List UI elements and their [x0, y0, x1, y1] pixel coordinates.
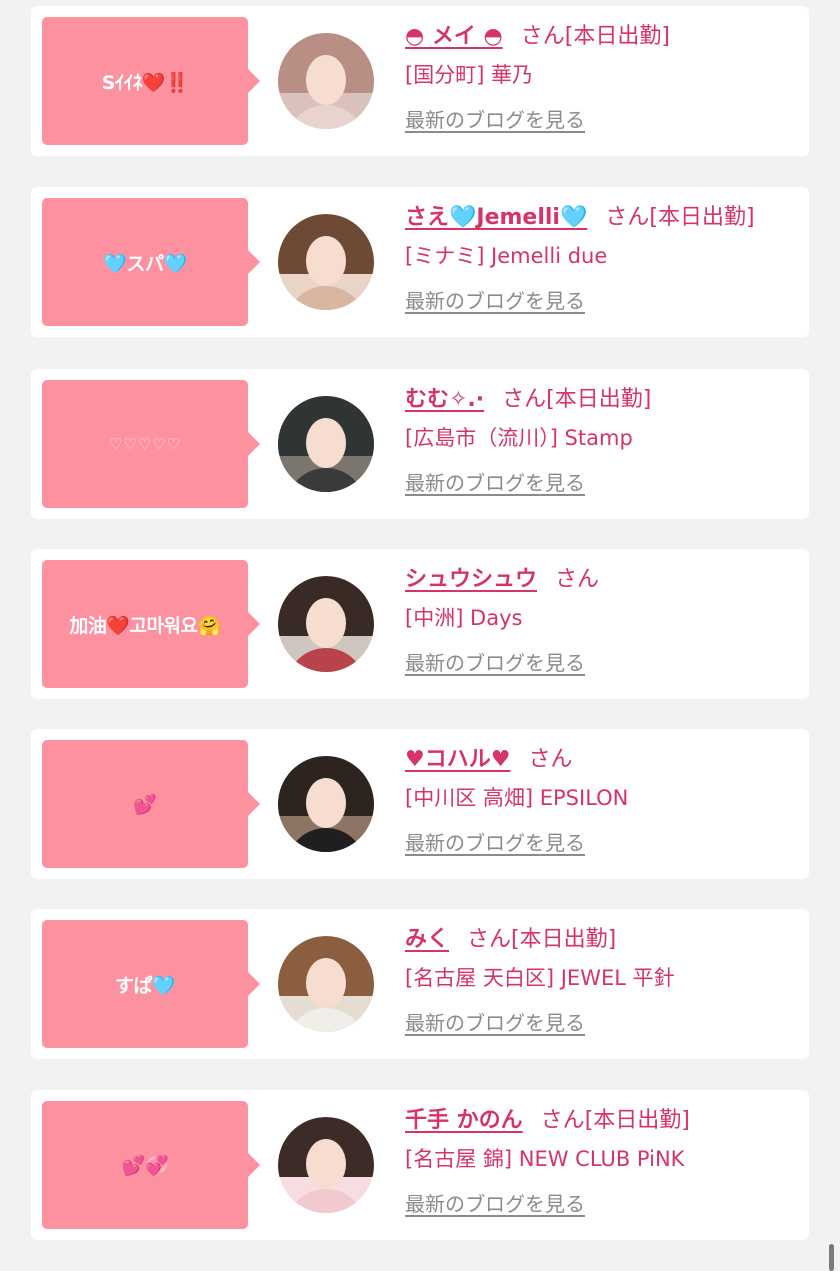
honorific: さん [502, 387, 547, 412]
name-line: 千手 かのん さん[本日出勤] [405, 1104, 799, 1138]
store-label: [ミナミ] Jemelli due [405, 244, 608, 268]
status-text: [本日出勤] [564, 24, 670, 49]
cast-info: ♥コハル♥ さん [中川区 高畑] EPSILON 最新のブログを見る [405, 743, 799, 856]
store-label: [中川区 高畑] EPSILON [405, 786, 629, 810]
comment-bubble: 💕💞 [42, 1101, 260, 1229]
cast-name-link[interactable]: むむ✧.· [405, 387, 484, 412]
cast-card: すぱ🩵 みく さん[本日出勤] [名古屋 天白区] JEWEL 平針 最新のブログ… [31, 909, 809, 1059]
honorific: さん [540, 1108, 585, 1133]
honorific: さん [528, 747, 573, 772]
cast-card: 💕💞 千手 かのん さん[本日出勤] [名古屋 錦] NEW CLUB PiNK … [31, 1090, 809, 1240]
name-line: ♥コハル♥ さん [405, 743, 799, 777]
latest-blog-link[interactable]: 最新のブログを見る [405, 827, 585, 856]
name-line: さえ🩵Jemelli🩵 さん[本日出勤] [405, 201, 799, 235]
cast-info: むむ✧.· さん[本日出勤] [広島市（流川）] Stamp 最新のブログを見る [405, 383, 799, 496]
avatar[interactable] [278, 396, 374, 492]
avatar[interactable] [278, 214, 374, 310]
avatar-body [286, 1008, 366, 1032]
avatar-face [306, 778, 346, 828]
name-line: みく さん[本日出勤] [405, 923, 799, 957]
avatar-body [286, 105, 366, 129]
avatar[interactable] [278, 33, 374, 129]
avatar-face [306, 958, 346, 1008]
cast-name-link[interactable]: ◓ メイ ◓ [405, 24, 503, 49]
cast-card: 💕 ♥コハル♥ さん [中川区 高畑] EPSILON 最新のブログを見る [31, 729, 809, 879]
comment-bubble: すぱ🩵 [42, 920, 260, 1048]
comment-bubble: Sｲｲﾈ❤️‼️ [42, 17, 260, 145]
scrollbar[interactable] [829, 1244, 834, 1271]
cast-card: 加油❤️고마워요🤗 シュウシュウ さん [中洲] Days 最新のブログを見る [31, 549, 809, 699]
comment-bubble: 💕 [42, 740, 260, 868]
avatar-face [306, 1139, 346, 1189]
cast-name-link[interactable]: ♥コハル♥ [405, 747, 510, 772]
avatar-face [306, 418, 346, 468]
avatar-body [286, 1189, 366, 1213]
avatar[interactable] [278, 1117, 374, 1213]
cast-card: Sｲｲﾈ❤️‼️ ◓ メイ ◓ さん[本日出勤] [国分町] 華乃 最新のブログを… [31, 6, 809, 156]
avatar-body [286, 286, 366, 310]
cast-info: みく さん[本日出勤] [名古屋 天白区] JEWEL 平針 最新のブログを見る [405, 923, 799, 1036]
name-line: ◓ メイ ◓ さん[本日出勤] [405, 20, 799, 54]
latest-blog-link[interactable]: 最新のブログを見る [405, 1007, 585, 1036]
name-line: シュウシュウ さん [405, 563, 799, 597]
comment-bubble: 🩵スパ🩵 [42, 198, 260, 326]
honorific: さん [520, 24, 565, 49]
honorific: さん [605, 205, 650, 230]
avatar-face [306, 55, 346, 105]
cast-info: 千手 かのん さん[本日出勤] [名古屋 錦] NEW CLUB PiNK 最新の… [405, 1104, 799, 1217]
cast-name-link[interactable]: みく [405, 927, 449, 952]
cast-card: 🩵スパ🩵 さえ🩵Jemelli🩵 さん[本日出勤] [ミナミ] Jemelli d… [31, 187, 809, 337]
comment-bubble: 加油❤️고마워요🤗 [42, 560, 260, 688]
latest-blog-link[interactable]: 最新のブログを見る [405, 104, 585, 133]
status-text: [本日出勤] [584, 1108, 690, 1133]
latest-blog-link[interactable]: 最新のブログを見る [405, 285, 585, 314]
avatar-body [286, 468, 366, 492]
avatar-face [306, 598, 346, 648]
honorific: さん [467, 927, 512, 952]
latest-blog-link[interactable]: 最新のブログを見る [405, 1188, 585, 1217]
cast-info: さえ🩵Jemelli🩵 さん[本日出勤] [ミナミ] Jemelli due 最新… [405, 201, 799, 314]
cast-name-link[interactable]: 千手 かのん [405, 1108, 523, 1133]
cast-name-link[interactable]: シュウシュウ [405, 567, 537, 592]
avatar[interactable] [278, 756, 374, 852]
latest-blog-link[interactable]: 最新のブログを見る [405, 467, 585, 496]
name-line: むむ✧.· さん[本日出勤] [405, 383, 799, 417]
store-label: [名古屋 天白区] JEWEL 平針 [405, 966, 675, 990]
store-label: [国分町] 華乃 [405, 63, 534, 87]
avatar-face [306, 236, 346, 286]
store-label: [名古屋 錦] NEW CLUB PiNK [405, 1147, 685, 1171]
avatar-body [286, 648, 366, 672]
latest-blog-link[interactable]: 最新のブログを見る [405, 647, 585, 676]
status-text: [本日出勤] [511, 927, 617, 952]
status-text: [本日出勤] [649, 205, 755, 230]
cast-name-link[interactable]: さえ🩵Jemelli🩵 [405, 205, 587, 230]
store-label: [広島市（流川）] Stamp [405, 426, 633, 450]
avatar[interactable] [278, 576, 374, 672]
avatar[interactable] [278, 936, 374, 1032]
avatar-body [286, 828, 366, 852]
honorific: さん [555, 567, 600, 592]
store-label: [中洲] Days [405, 606, 523, 630]
cast-info: シュウシュウ さん [中洲] Days 最新のブログを見る [405, 563, 799, 676]
cast-card: ♡♡♡♡♡ むむ✧.· さん[本日出勤] [広島市（流川）] Stamp 最新のブ… [31, 369, 809, 519]
comment-bubble: ♡♡♡♡♡ [42, 380, 260, 508]
cast-info: ◓ メイ ◓ さん[本日出勤] [国分町] 華乃 最新のブログを見る [405, 20, 799, 133]
status-text: [本日出勤] [546, 387, 652, 412]
